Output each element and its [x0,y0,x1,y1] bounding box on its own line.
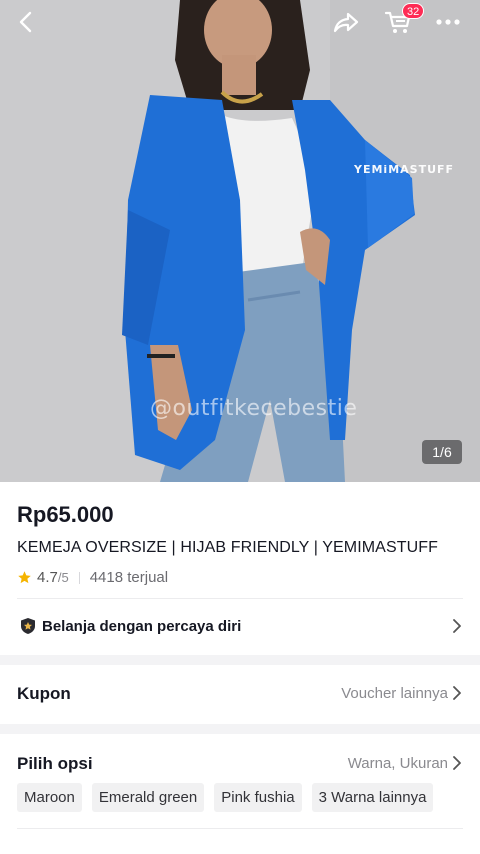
chevron-right-icon [453,756,461,770]
chevron-right-icon [453,686,461,700]
share-arrow-icon [333,12,359,33]
product-title: KEMEJA OVERSIZE | HIJAB FRIENDLY | YEMIM… [17,539,438,556]
rating-max: /5 [57,570,69,585]
product-price: Rp65.000 [17,502,114,527]
product-image-gallery[interactable]: YEMiMASTUFF @outfitkecebestie 1/6 32 [0,0,480,482]
coupon-row[interactable]: Kupon Voucher lainnya [0,665,480,723]
option-chip-maroon[interactable]: Maroon [17,783,82,812]
shield-icon [21,618,35,634]
star-icon [18,571,31,584]
rating-row[interactable]: 4.7 /5 4418 terjual [17,569,168,586]
more-button[interactable] [430,4,466,40]
option-chip-more-colors[interactable]: 3 Warna lainnya [311,783,434,812]
trust-text: Belanja dengan percaya diri [42,617,242,635]
options-label: Pilih opsi [17,754,93,773]
share-button[interactable] [328,4,364,40]
chevron-left-icon [19,11,32,33]
brand-watermark: YEMiMASTUFF [354,163,455,176]
divider [17,828,463,829]
rating-separator [78,571,80,584]
more-horizontal-icon [436,19,460,25]
back-button[interactable] [8,4,44,40]
option-chip-pink-fushia[interactable]: Pink fushia [214,783,302,812]
options-row[interactable]: Pilih opsi Warna, Ukuran [0,734,480,780]
user-watermark: @outfitkecebestie [150,396,358,421]
trust-row[interactable]: Belanja dengan percaya diri [0,600,480,652]
coupon-label: Kupon [17,684,71,703]
sold-count: 4418 terjual [89,569,169,586]
divider [17,598,463,599]
rating-value: 4.7 [37,569,58,586]
option-chip-emerald-green[interactable]: Emerald green [91,783,205,812]
cart-count-badge: 32 [402,3,425,19]
voucher-link[interactable]: Voucher lainnya [341,685,448,702]
section-gap [0,724,480,734]
options-summary: Warna, Ukuran [347,755,448,772]
image-counter: 1/6 [422,440,462,464]
chevron-right-icon [453,619,461,633]
section-gap [0,655,480,665]
cart-button[interactable]: 32 [380,3,425,40]
option-chips: Maroon Emerald green Pink fushia 3 Warna… [17,783,434,812]
